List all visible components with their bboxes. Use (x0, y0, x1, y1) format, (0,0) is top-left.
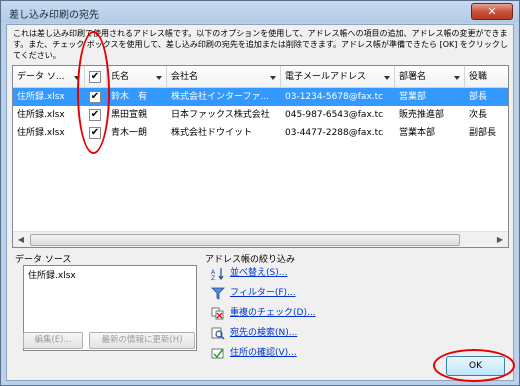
cell-name: 青木一朗 (111, 128, 148, 138)
cell-email: 03-1234-5678@fax.tc (285, 92, 384, 102)
find-recipient-link-label[interactable]: 宛先の検索(N)... (230, 326, 297, 341)
list-item[interactable]: 住所録.xlsx (28, 268, 192, 281)
cell-email: 045-987-6543@fax.tc (285, 110, 384, 120)
horizontal-scrollbar[interactable]: ◀ ▶ (13, 231, 508, 247)
sort-icon: AZ (211, 268, 224, 280)
cell-company: 株式会社インターファ... (171, 92, 270, 102)
scroll-right-icon[interactable]: ▶ (492, 233, 508, 247)
cell-source: 住所録.xlsx (17, 92, 65, 102)
cell-source: 住所録.xlsx (17, 110, 65, 120)
svg-text:Z: Z (211, 275, 215, 280)
column-header-company[interactable]: 会社名 (167, 66, 281, 88)
refine-recipient-list-label: アドレス帳の絞り込み (205, 255, 296, 265)
find-recipient-icon (211, 327, 225, 340)
column-header-title[interactable]: 役職 (465, 66, 508, 88)
column-header-name[interactable]: 氏名 (107, 66, 167, 88)
data-source-label: データ ソース (15, 255, 72, 265)
scroll-left-icon[interactable]: ◀ (13, 233, 29, 247)
validate-address-icon (211, 348, 224, 359)
sort-link-label[interactable]: 並べ替え(S)... (230, 266, 287, 281)
refresh-button[interactable]: 最新の情報に更新(H) (89, 332, 195, 349)
cell-department: 販売推進部 (399, 110, 445, 120)
column-header-data-source[interactable]: データ ソ... (13, 66, 85, 88)
dropdown-arrow-icon[interactable] (384, 76, 390, 80)
ok-button-highlight (433, 349, 515, 382)
cell-company: 株式会社ドウイット (171, 128, 253, 138)
cell-name: 黒田宣親 (111, 110, 148, 120)
filter-link-label[interactable]: フィルター(F)... (230, 286, 296, 301)
column-header-email[interactable]: 電子メールアドレス (281, 66, 395, 88)
cell-email: 03-4477-2288@fax.tc (285, 128, 384, 138)
cell-department: 営業本部 (399, 128, 436, 138)
checkbox-column-highlight (77, 31, 110, 154)
dropdown-arrow-icon[interactable] (454, 76, 460, 80)
cell-title: 副部長 (469, 128, 497, 138)
cell-company: 日本ファックス株式会社 (171, 110, 270, 120)
filter-icon (211, 287, 225, 300)
column-header-department[interactable]: 部署名 (395, 66, 465, 88)
cell-department: 営業部 (399, 92, 427, 102)
dropdown-arrow-icon[interactable] (270, 76, 276, 80)
cell-title: 部長 (469, 92, 488, 102)
close-button[interactable]: ✕ (471, 3, 513, 20)
find-duplicates-link-label[interactable]: 重複のチェック(D)... (230, 306, 316, 321)
scroll-thumb[interactable] (30, 234, 460, 246)
dropdown-arrow-icon[interactable] (156, 76, 162, 80)
cell-name: 鈴木 有 (111, 92, 148, 102)
duplicates-icon (211, 307, 224, 320)
mail-merge-recipients-dialog: 差し込み印刷の宛先 ✕ これは差し込み印刷で使用されるアドレス帳です。以下のオプ… (0, 0, 520, 386)
cell-title: 次長 (469, 110, 488, 120)
window-title: 差し込み印刷の宛先 (9, 10, 99, 21)
validate-addresses-link-label[interactable]: 住所の確認(V)... (230, 346, 297, 361)
edit-button[interactable]: 編集(E)... (23, 332, 83, 349)
title-bar: 差し込み印刷の宛先 ✕ (1, 1, 519, 23)
cell-source: 住所録.xlsx (17, 128, 65, 138)
